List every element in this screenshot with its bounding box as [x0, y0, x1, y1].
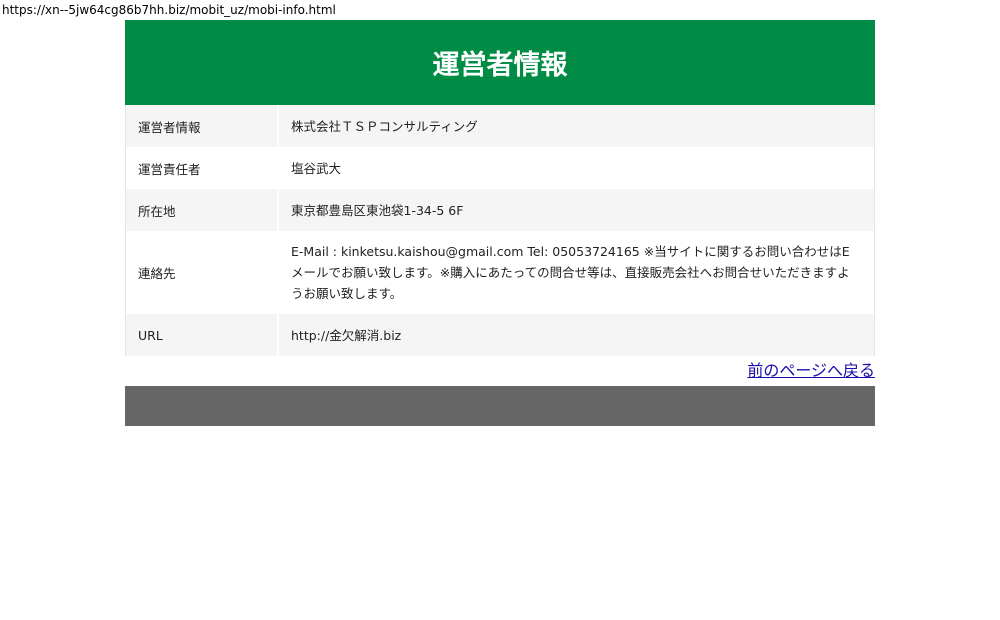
row-label: 運営責任者 [126, 147, 279, 189]
row-value: http://金欠解消.biz [279, 314, 874, 356]
info-page: 運営者情報 運営者情報 株式会社ＴＳＰコンサルティング 運営責任者 塩谷武大 所在地… [125, 20, 875, 426]
row-label: 所在地 [126, 189, 279, 231]
footer [125, 386, 875, 426]
table-row: 運営者情報 株式会社ＴＳＰコンサルティング [126, 105, 874, 147]
table-row: 所在地 東京都豊島区東池袋1-34-5 6F [126, 189, 874, 231]
row-label: 連絡先 [126, 231, 279, 314]
back-link[interactable]: 前のページへ戻る [747, 361, 875, 380]
row-value: 株式会社ＴＳＰコンサルティング [279, 105, 874, 147]
operator-info-table: 運営者情報 株式会社ＴＳＰコンサルティング 運営責任者 塩谷武大 所在地 東京都豊島区… [125, 105, 875, 356]
row-value: 東京都豊島区東池袋1-34-5 6F [279, 189, 874, 231]
table-row: 運営責任者 塩谷武大 [126, 147, 874, 189]
page-url: https://xn--5jw64cg86b7hh.biz/mobit_uz/m… [2, 3, 336, 17]
row-value: E-Mail : kinketsu.kaishou@gmail.com Tel:… [291, 244, 850, 301]
page-title: 運営者情報 [432, 50, 568, 81]
row-value: 塩谷武大 [291, 160, 342, 176]
row-label: URL [126, 314, 279, 356]
table-row: 連絡先 E-Mail : kinketsu.kaishou@gmail.com T… [126, 231, 874, 314]
row-label: 運営者情報 [126, 105, 279, 147]
page-header: 運営者情報 [125, 20, 875, 105]
table-row: URL http://金欠解消.biz [126, 314, 874, 356]
